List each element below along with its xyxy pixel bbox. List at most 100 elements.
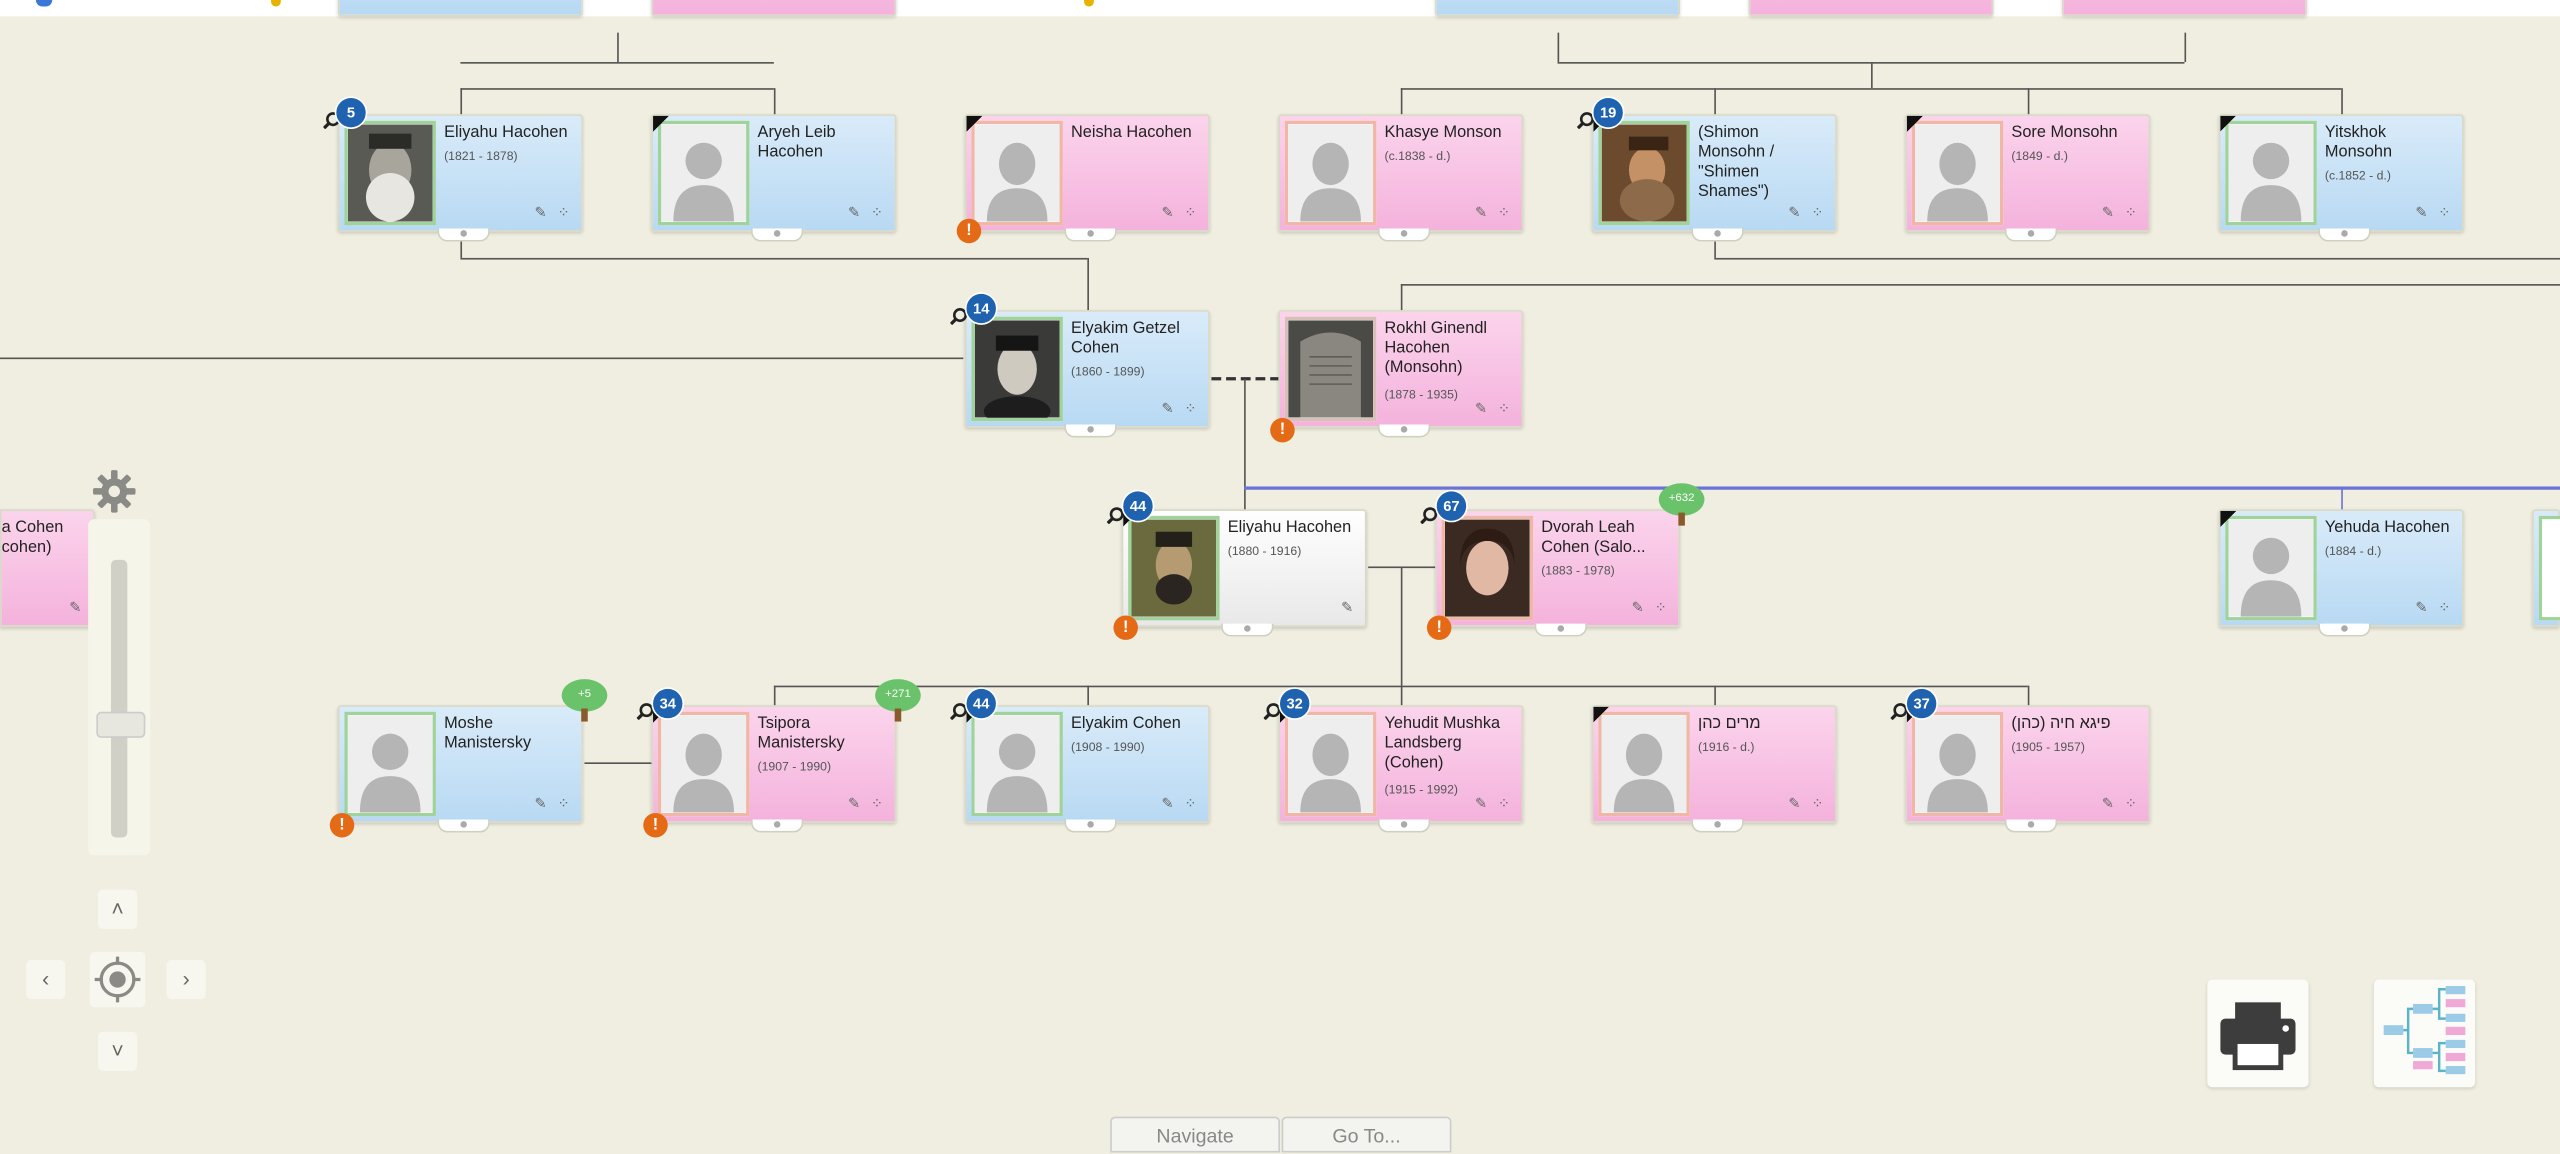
- record-count-badge[interactable]: 44: [1121, 489, 1155, 523]
- family-tree-icon: [2383, 986, 2466, 1075]
- person-card-top-clipped[interactable]: [2062, 0, 2307, 17]
- person-card-dvorah-leah-cohen[interactable]: Dvorah Leah Cohen (Salo... (1883 - 1978)…: [1435, 509, 1680, 637]
- tree-view-button[interactable]: [2373, 979, 2476, 1088]
- edit-icon[interactable]: ✎: [69, 599, 85, 617]
- expand-tab[interactable]: [2004, 228, 2058, 242]
- expand-tab[interactable]: [437, 228, 490, 242]
- gear-icon[interactable]: [91, 469, 137, 515]
- person-card-eliyahu-hacohen-1880-root[interactable]: Eliyahu Hacohen (1880 - 1916) ✎: [1121, 509, 1367, 637]
- expand-tab[interactable]: [751, 228, 804, 242]
- edit-icon[interactable]: ✎ ⁘: [1161, 204, 1200, 222]
- pan-left-button[interactable]: ‹: [26, 959, 66, 1000]
- expand-tab[interactable]: [1691, 819, 1744, 833]
- expand-tab[interactable]: [1377, 424, 1431, 438]
- record-count-badge[interactable]: 19: [1591, 96, 1625, 129]
- record-count-badge[interactable]: 34: [651, 687, 685, 720]
- warning-icon[interactable]: !: [1113, 615, 1138, 640]
- edit-icon[interactable]: ✎ ⁘: [1475, 204, 1514, 222]
- person-card-partial-left[interactable]: a Cohen cohen) ✎: [0, 509, 95, 627]
- record-count-badge[interactable]: 37: [1905, 687, 1938, 720]
- expand-tab[interactable]: [2318, 623, 2371, 637]
- expand-tab[interactable]: [1064, 424, 1117, 438]
- person-name: a Cohen cohen): [1, 519, 64, 557]
- person-card-neisha-hacohen[interactable]: Neisha Hacohen ✎ ⁘: [964, 114, 1210, 242]
- zoom-slider-handle[interactable]: [96, 711, 146, 738]
- person-name: Khasye Monson: [1384, 124, 1502, 143]
- edit-icon[interactable]: ✎: [1341, 599, 1357, 617]
- zoom-slider[interactable]: [88, 519, 151, 856]
- edit-icon[interactable]: ✎ ⁘: [2415, 599, 2454, 617]
- edit-icon[interactable]: ✎ ⁘: [2415, 204, 2454, 222]
- edit-icon[interactable]: ✎ ⁘: [535, 795, 574, 813]
- record-count-badge[interactable]: 14: [964, 292, 998, 325]
- person-card-top-clipped[interactable]: [1748, 0, 1994, 17]
- edit-icon[interactable]: ✎ ⁘: [848, 795, 887, 813]
- edit-icon[interactable]: ✎ ⁘: [2102, 204, 2141, 222]
- expand-tab[interactable]: [1534, 623, 1587, 637]
- person-card-tsipora-manistersky[interactable]: Tsipora Manistersky (1907 - 1990) ✎ ⁘: [651, 705, 897, 833]
- person-card-aryeh-leib-hacohen[interactable]: Aryeh Leib Hacohen ✎ ⁘: [651, 114, 897, 242]
- record-count-badge[interactable]: 44: [964, 687, 998, 720]
- person-card-yehudit-mushka-landsberg[interactable]: Yehudit Mushka Landsberg (Cohen) (1915 -…: [1278, 705, 1524, 833]
- person-card-rokhl-ginendl[interactable]: Rokhl Ginendl Hacohen (Monsohn) (1878 - …: [1278, 310, 1524, 438]
- person-card-top-clipped[interactable]: [1435, 0, 1680, 17]
- expand-tab[interactable]: [1064, 819, 1117, 833]
- record-count-badge[interactable]: 67: [1435, 489, 1468, 523]
- person-card-top-clipped[interactable]: [337, 0, 583, 17]
- pan-down-button[interactable]: ˅: [97, 1031, 138, 1071]
- zoom-slider-track[interactable]: [111, 559, 128, 838]
- record-count-badge[interactable]: 32: [1278, 687, 1312, 720]
- person-card-moshe-manistersky[interactable]: Moshe Manistersky ✎ ⁘: [337, 705, 583, 833]
- warning-icon[interactable]: !: [1270, 417, 1295, 443]
- tree-icon[interactable]: +632: [1658, 483, 1705, 526]
- expand-tab[interactable]: [1221, 623, 1274, 637]
- edit-icon[interactable]: ✎ ⁘: [1632, 599, 1671, 617]
- edit-icon[interactable]: ✎ ⁘: [1788, 204, 1827, 222]
- expand-tab[interactable]: [1377, 228, 1431, 242]
- person-card-yehuda-hacohen[interactable]: Yehuda Hacohen (1884 - d.) ✎ ⁘: [2218, 509, 2464, 637]
- pan-up-button[interactable]: ˄: [97, 889, 138, 929]
- person-card-shimon-monsohn[interactable]: (Shimon Monsohn / "Shimen Shames") ✎ ⁘: [1591, 114, 1837, 242]
- warning-icon[interactable]: !: [643, 812, 668, 838]
- warning-icon[interactable]: !: [956, 218, 982, 244]
- person-card-miriam-cohen[interactable]: מרים כהן (1916 - d.) ✎ ⁘: [1591, 705, 1837, 833]
- tree-icon[interactable]: +271: [875, 679, 921, 722]
- person-card-top-clipped[interactable]: [651, 0, 897, 17]
- person-card-chaya-feiga-cohen[interactable]: (כהן) פיגא חיה (1905 - 1957) ✎ ⁘: [1905, 705, 2151, 833]
- person-card-yitskhok-monsohn[interactable]: Yitskhok Monsohn (c.1852 - d.) ✎ ⁘: [2218, 114, 2464, 242]
- person-name: Rokhl Ginendl Hacohen (Monsohn): [1384, 319, 1488, 378]
- person-card-sore-monsohn[interactable]: Sore Monsohn (1849 - d.) ✎ ⁘: [1905, 114, 2151, 242]
- expand-tab[interactable]: [1064, 228, 1117, 242]
- pan-right-button[interactable]: ›: [166, 959, 206, 1000]
- person-card-elyakim-cohen-1908[interactable]: Elyakim Cohen (1908 - 1990) ✎ ⁘: [964, 705, 1210, 833]
- goto-button[interactable]: Go To...: [1281, 1116, 1452, 1153]
- warning-icon[interactable]: !: [329, 812, 355, 838]
- person-card-eliyahu-hacohen-1821[interactable]: Eliyahu Hacohen (1821 - 1878) ✎ ⁘: [337, 114, 583, 242]
- edit-icon[interactable]: ✎ ⁘: [2102, 795, 2141, 813]
- expand-tab[interactable]: [2318, 228, 2371, 242]
- tree-icon[interactable]: +5: [561, 679, 608, 722]
- navigate-button[interactable]: Navigate: [1110, 1116, 1280, 1153]
- expand-tab[interactable]: [1691, 228, 1744, 242]
- person-name: מרים כהן: [1697, 715, 1761, 733]
- person-card-khasye-monson[interactable]: Khasye Monson (c.1838 - d.) ✎ ⁘: [1278, 114, 1524, 242]
- deceased-ribbon-icon: [966, 115, 993, 143]
- edit-icon[interactable]: ✎ ⁘: [1161, 795, 1200, 813]
- person-card-elyakim-getzel-cohen[interactable]: Elyakim Getzel Cohen (1860 - 1899) ✎ ⁘: [964, 310, 1210, 438]
- expand-tab[interactable]: [1377, 819, 1431, 833]
- edit-icon[interactable]: ✎ ⁘: [1475, 795, 1514, 813]
- expand-tab[interactable]: [751, 819, 804, 833]
- expand-tab[interactable]: [2004, 819, 2058, 833]
- print-button[interactable]: [2207, 979, 2309, 1088]
- edit-icon[interactable]: ✎ ⁘: [1475, 400, 1514, 418]
- edit-icon[interactable]: ✎ ⁘: [535, 204, 574, 222]
- record-count-badge[interactable]: 5: [334, 96, 368, 129]
- edit-icon[interactable]: ✎ ⁘: [848, 204, 887, 222]
- family-tree-canvas[interactable]: Eliyahu Hacohen (1821 - 1878) ✎ ⁘ 5 Arye…: [0, 0, 2560, 1153]
- edit-icon[interactable]: ✎ ⁘: [1161, 400, 1200, 418]
- edit-icon[interactable]: ✎ ⁘: [1788, 795, 1827, 813]
- warning-icon[interactable]: !: [1426, 615, 1452, 640]
- expand-tab[interactable]: [437, 819, 490, 833]
- target-icon[interactable]: [89, 951, 146, 1008]
- person-card-partial-right[interactable]: [2532, 509, 2560, 627]
